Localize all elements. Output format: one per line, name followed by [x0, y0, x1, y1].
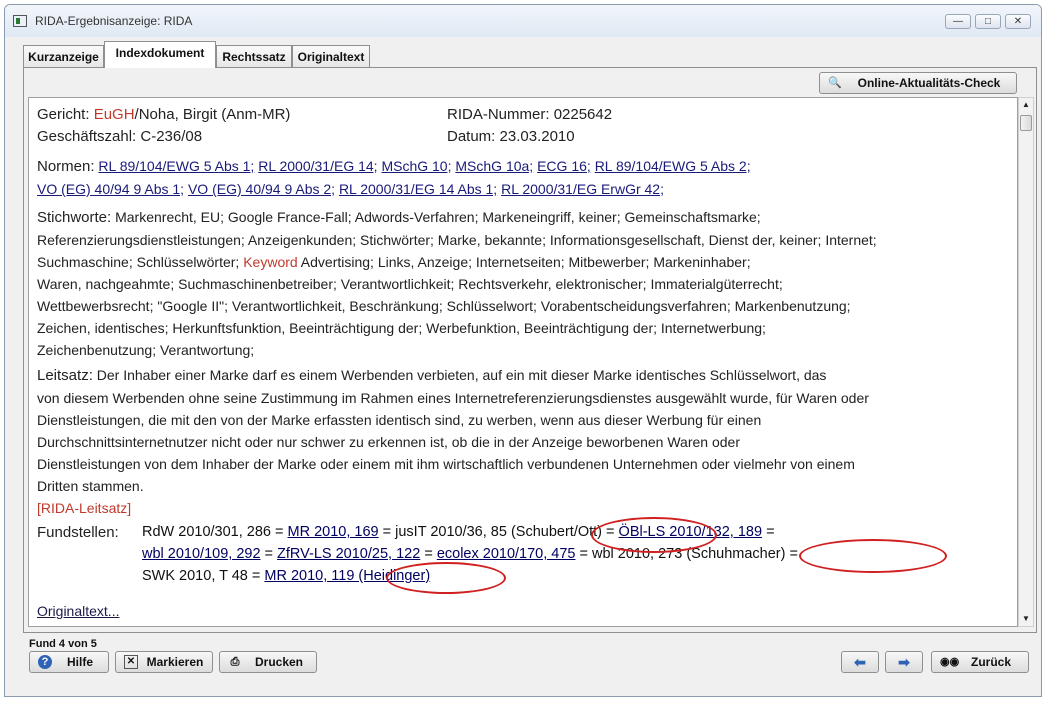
- stichworte-section: Stichworte: Markenrecht, EU; Google Fran…: [37, 209, 877, 358]
- norm-link[interactable]: RL 89/104/EWG 5 Abs 2;: [595, 158, 751, 174]
- tab-originaltext[interactable]: Originaltext: [292, 45, 370, 67]
- arrow-left-icon: ⬅: [854, 654, 866, 670]
- previous-button[interactable]: ⬅: [841, 651, 879, 673]
- minimize-button[interactable]: —: [945, 14, 971, 29]
- originaltext-link[interactable]: Originaltext...: [37, 603, 119, 619]
- datum-row: Datum: 23.03.2010: [447, 128, 575, 145]
- annotation-oval-schubert-ott: [591, 517, 717, 553]
- norm-link[interactable]: VO (EG) 40/94 9 Abs 2;: [188, 181, 335, 197]
- norm-link[interactable]: ECG 16;: [537, 158, 591, 174]
- online-check-button[interactable]: 🔍 Online-Aktualitäts-Check: [819, 72, 1017, 94]
- geschaeftszahl-row: Geschäftszahl: C-236/08: [37, 128, 203, 145]
- norm-link[interactable]: RL 2000/31/EG ErwGr 42;: [501, 181, 664, 197]
- fundstelle-link[interactable]: MR 2010, 169: [288, 524, 379, 540]
- fundstellen-label: Fundstellen:: [37, 524, 119, 541]
- leitsatz-section: Leitsatz: Der Inhaber einer Marke darf e…: [37, 367, 869, 516]
- annotation-oval-schuhmacher: [799, 539, 947, 573]
- arrow-right-icon: ➡: [898, 654, 910, 670]
- print-button[interactable]: ⎙ Drucken: [219, 651, 317, 673]
- mark-button[interactable]: ✕ Markieren: [115, 651, 213, 673]
- tab-kurzanzeige[interactable]: Kurzanzeige: [23, 45, 104, 67]
- norm-link[interactable]: RL 2000/31/EG 14;: [258, 158, 377, 174]
- app-icon: [13, 15, 27, 27]
- normen-section: Normen: RL 89/104/EWG 5 Abs 1; RL 2000/3…: [37, 158, 751, 197]
- close-button[interactable]: ✕: [1005, 14, 1031, 29]
- back-button[interactable]: ◉◉ Zurück: [931, 651, 1029, 673]
- norm-link[interactable]: RL 2000/31/EG 14 Abs 1;: [339, 181, 497, 197]
- next-button[interactable]: ➡: [885, 651, 923, 673]
- maximize-button[interactable]: □: [975, 14, 1001, 29]
- norm-link[interactable]: MSchG 10a;: [455, 158, 533, 174]
- fundstellen-line-2: wbl 2010/109, 292 = ZfRV-LS 2010/25, 122…: [142, 546, 798, 562]
- tab-rechtssatz[interactable]: Rechtssatz: [216, 45, 292, 67]
- gericht-row: Gericht: EuGH/Noha, Birgit (Anm-MR): [37, 106, 291, 123]
- scroll-up-arrow-icon[interactable]: ▲: [1019, 98, 1033, 112]
- title-bar: RIDA-Ergebnisanzeige: RIDA — □ ✕: [5, 5, 1041, 37]
- leitsatz-source: [RIDA-Leitsatz]: [37, 500, 132, 516]
- document-view: Gericht: EuGH/Noha, Birgit (Anm-MR) RIDA…: [28, 97, 1018, 627]
- vertical-scrollbar[interactable]: ▲ ▼: [1018, 97, 1034, 627]
- keyword-highlight: Keyword: [243, 254, 298, 270]
- tab-indexdokument[interactable]: Indexdokument: [104, 41, 216, 68]
- app-window: RIDA-Ergebnisanzeige: RIDA — □ ✕ Kurzanz…: [4, 4, 1042, 697]
- rida-number-row: RIDA-Nummer: 0225642: [447, 106, 613, 123]
- result-counter: Fund 4 von 5: [29, 638, 97, 650]
- tab-panel: 🔍 Online-Aktualitäts-Check Gericht: EuGH…: [23, 67, 1037, 633]
- fundstelle-link[interactable]: ZfRV-LS 2010/25, 122: [277, 546, 420, 562]
- annotation-oval-heidinger: [386, 562, 506, 594]
- norm-link[interactable]: MSchG 10;: [381, 158, 451, 174]
- fundstelle-link[interactable]: wbl 2010/109, 292: [142, 546, 261, 562]
- scroll-down-arrow-icon[interactable]: ▼: [1019, 612, 1033, 626]
- scroll-thumb[interactable]: [1020, 115, 1032, 131]
- court-name: EuGH: [93, 106, 135, 123]
- norm-link[interactable]: VO (EG) 40/94 9 Abs 1;: [37, 181, 184, 197]
- help-button[interactable]: ? Hilfe: [29, 651, 109, 673]
- window-title: RIDA-Ergebnisanzeige: RIDA: [35, 14, 193, 28]
- norm-link[interactable]: RL 89/104/EWG 5 Abs 1;: [98, 158, 254, 174]
- fundstelle-link[interactable]: ecolex 2010/170, 475: [437, 546, 576, 562]
